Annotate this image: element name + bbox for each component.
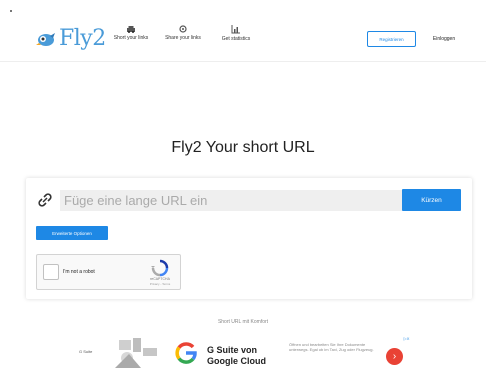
logo[interactable]: Fly2 [36, 26, 106, 51]
nav-statistics[interactable]: Get statistics [212, 25, 260, 42]
car-icon [127, 26, 135, 33]
register-button[interactable]: Registrieren [367, 31, 416, 47]
corner-dot [10, 10, 12, 12]
recaptcha-brand: reCAPTCHA [150, 277, 170, 281]
ad-brand-small: G Suite [79, 349, 93, 354]
page-title: Fly2 Your short URL [171, 139, 315, 156]
ad-illustration-icon [115, 338, 157, 368]
ad-arrow-button[interactable]: › [386, 348, 403, 365]
ad-body-text: Öffnen und bearbeiten Sie Ihre Dokumente… [289, 342, 374, 352]
google-g-icon [175, 342, 197, 364]
recaptcha-checkbox[interactable] [43, 264, 59, 280]
advanced-options-button[interactable]: Erweiterte Optionen [36, 226, 108, 240]
nav-share-label: Share your links [165, 35, 201, 41]
nav-short-label: Short your links [113, 35, 149, 41]
recaptcha-terms[interactable]: Privacy - Terms [141, 282, 179, 286]
shorten-button[interactable]: Kürzen [402, 189, 461, 211]
footer-note: Short URL mit Komfort [217, 319, 269, 325]
link-icon [38, 193, 52, 207]
logo-text: Fly2 [59, 26, 106, 51]
ad-headline: G Suite von Google Cloud [207, 345, 266, 366]
url-row [38, 190, 458, 211]
recaptcha-logo-icon [151, 259, 169, 277]
login-button[interactable]: Einloggen [424, 31, 464, 47]
bird-logo-icon [36, 32, 55, 46]
nav-stats-label: Get statistics [221, 36, 251, 42]
header: Fly2 Short your links Share your links G… [0, 0, 486, 62]
share-icon [179, 25, 187, 33]
recaptcha-widget: I'm not a robot reCAPTCHA Privacy - Term… [36, 254, 181, 290]
chart-icon [231, 25, 240, 34]
nav-short-links[interactable]: Short your links [106, 25, 156, 41]
shorten-card: Kürzen Erweiterte Optionen I'm not a rob… [26, 178, 472, 299]
ad-choices-icon[interactable]: ▷X [401, 335, 412, 342]
url-input[interactable] [60, 190, 426, 211]
recaptcha-label: I'm not a robot [63, 269, 95, 275]
nav-share-links[interactable]: Share your links [156, 25, 210, 41]
ad-banner[interactable]: G Suite G Suite von Google Cloud Öffnen … [79, 334, 412, 370]
page: Fly2 Short your links Share your links G… [0, 0, 486, 370]
